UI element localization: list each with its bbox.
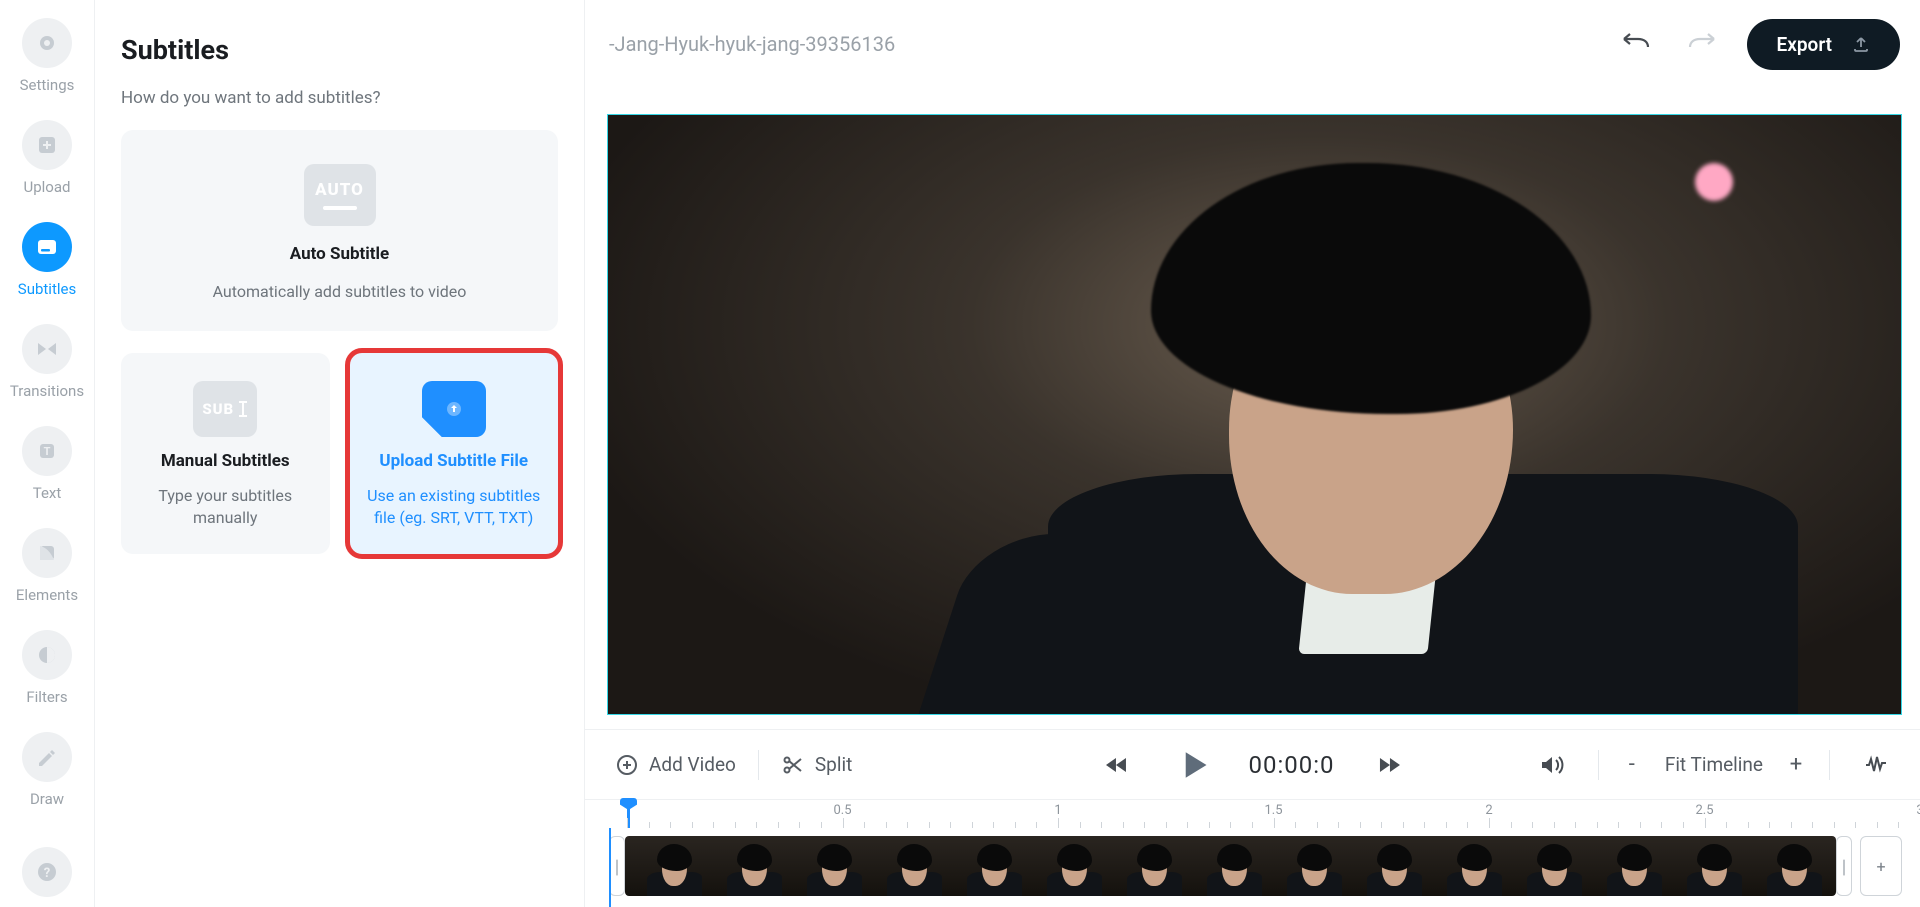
undo-button[interactable]	[1611, 22, 1659, 66]
redo-button[interactable]	[1679, 22, 1727, 66]
clip-trim-right[interactable]: ∣	[1836, 836, 1852, 896]
settings-icon	[22, 18, 72, 68]
ruler-major-label: 2	[1485, 803, 1492, 818]
add-video-button[interactable]: Add Video	[615, 753, 736, 777]
panel-subtitle: How do you want to add subtitles?	[121, 88, 558, 108]
auto-title: Auto Subtitle	[290, 244, 389, 264]
project-name[interactable]: -Jang-Hyuk-hyuk-jang-39356136	[609, 32, 895, 56]
rail-label: Text	[33, 484, 62, 502]
manual-icon: SUB	[193, 381, 257, 437]
auto-chip-text: AUTO	[315, 180, 364, 200]
rail-label: Subtitles	[18, 280, 76, 298]
rail-label: Elements	[16, 586, 78, 604]
elements-icon	[22, 528, 72, 578]
upload-title: Upload Subtitle File	[379, 451, 528, 471]
ruler-major-label: 3	[1916, 803, 1920, 818]
subtitles-panel: Subtitles How do you want to add subtitl…	[95, 0, 585, 907]
rail-label: Draw	[30, 790, 64, 808]
transitions-icon	[22, 324, 72, 374]
volume-button[interactable]	[1528, 743, 1576, 787]
video-track[interactable]: ∣	[609, 836, 1902, 896]
upload-file-icon	[422, 381, 486, 437]
video-clip[interactable]	[625, 836, 1836, 896]
rail-settings[interactable]: Settings	[20, 18, 75, 94]
nav-rail: Settings Upload Subtitles Transitions T …	[0, 0, 95, 907]
upload-desc: Use an existing subtitles file (eg. SRT,…	[364, 485, 545, 528]
svg-text:?: ?	[44, 866, 50, 881]
split-button[interactable]: Split	[781, 753, 852, 777]
text-icon: T	[22, 426, 72, 476]
skip-back-button[interactable]	[1092, 743, 1140, 787]
auto-subtitle-card[interactable]: AUTO Auto Subtitle Automatically add sub…	[121, 130, 558, 331]
rail-label: Settings	[20, 76, 75, 94]
video-preview[interactable]	[607, 114, 1902, 715]
svg-text:T: T	[44, 445, 51, 458]
manual-subtitles-card[interactable]: SUB Manual Subtitles Type your subtitles…	[121, 353, 330, 554]
filters-icon	[22, 630, 72, 680]
stage: -Jang-Hyuk-hyuk-jang-39356136 Export	[585, 0, 1920, 907]
split-label: Split	[815, 753, 852, 776]
timeline-toolbar: Add Video Split 00:00:0	[585, 729, 1920, 799]
rail-elements[interactable]: Elements	[16, 528, 78, 604]
panel-title: Subtitles	[121, 34, 558, 66]
fit-timeline-button[interactable]: Fit Timeline	[1665, 753, 1763, 776]
draw-icon	[22, 732, 72, 782]
zoom-out-button[interactable]: -	[1621, 752, 1643, 777]
rail-label: Upload	[24, 178, 71, 196]
rail-label: Transitions	[10, 382, 84, 400]
scissors-icon	[781, 753, 805, 777]
ruler-major-label: 1	[1054, 803, 1061, 818]
ruler-major-label: 1.5	[1264, 803, 1282, 818]
auto-desc: Automatically add subtitles to video	[213, 282, 467, 301]
manual-desc: Type your subtitles manually	[135, 485, 316, 528]
upload-subtitle-file-card[interactable]: Upload Subtitle File Use an existing sub…	[350, 353, 559, 554]
plus-circle-icon	[615, 753, 639, 777]
rail-text[interactable]: T Text	[22, 426, 72, 502]
rail-help[interactable]: ?	[22, 847, 72, 897]
timeline-ruler[interactable]: 0.511.522.53	[603, 800, 1902, 828]
export-button[interactable]: Export	[1747, 19, 1900, 70]
rail-transitions[interactable]: Transitions	[10, 324, 84, 400]
ruler-major-label: 2.5	[1695, 803, 1713, 818]
skip-forward-button[interactable]	[1365, 743, 1413, 787]
rail-label: Filters	[26, 688, 67, 706]
upload-icon	[22, 120, 72, 170]
auto-icon: AUTO	[304, 164, 376, 226]
add-video-label: Add Video	[649, 753, 736, 776]
rail-upload[interactable]: Upload	[22, 120, 72, 196]
top-bar: -Jang-Hyuk-hyuk-jang-39356136 Export	[585, 0, 1920, 88]
manual-title: Manual Subtitles	[161, 451, 290, 471]
rail-filters[interactable]: Filters	[22, 630, 72, 706]
clip-trim-left[interactable]: ∣	[609, 836, 625, 896]
zoom-in-button[interactable]: +	[1785, 752, 1807, 777]
export-label: Export	[1777, 33, 1832, 56]
ruler-major-label: 0.5	[833, 803, 851, 818]
subtitles-icon	[22, 222, 72, 272]
rail-subtitles[interactable]: Subtitles	[18, 222, 76, 298]
play-button[interactable]	[1170, 743, 1218, 787]
rail-draw[interactable]: Draw	[22, 732, 72, 808]
export-icon	[1852, 35, 1870, 53]
help-icon: ?	[22, 847, 72, 897]
add-track-button[interactable]: +	[1860, 836, 1902, 896]
manual-chip-text: SUB	[202, 400, 234, 418]
waveform-button[interactable]	[1852, 743, 1900, 787]
timeline[interactable]: 0.5 1 1.5 2 2.5 3 ∣	[585, 799, 1920, 907]
current-time: 00:00:0	[1248, 751, 1334, 779]
